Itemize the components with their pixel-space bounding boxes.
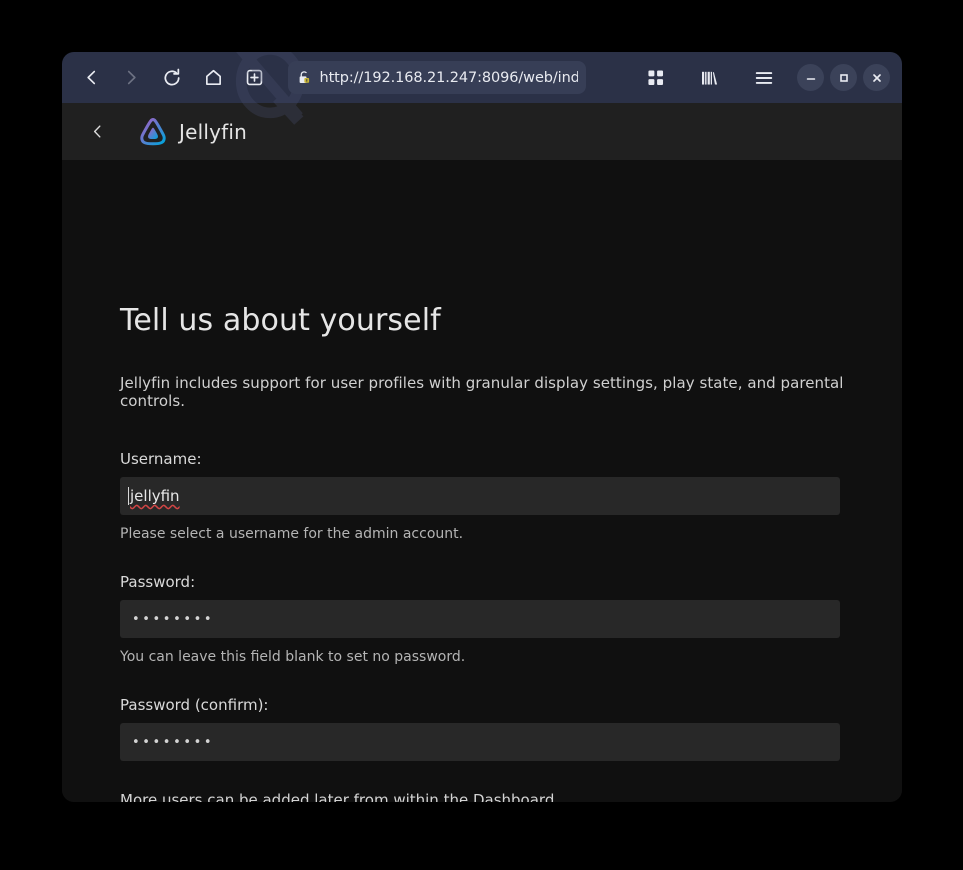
close-button[interactable] (863, 64, 890, 91)
app-header: Jellyfin (62, 103, 902, 160)
toolbar-right-group (639, 61, 890, 95)
screen: http://192.168.21.247:8096/web/index.htm (0, 0, 963, 870)
extensions-button[interactable] (639, 61, 673, 95)
new-tab-button[interactable] (237, 61, 271, 95)
reload-icon (164, 68, 180, 86)
maximize-button[interactable] (830, 64, 857, 91)
maximize-icon (839, 73, 848, 82)
username-hint: Please select a username for the admin a… (120, 526, 464, 542)
intro-text: Jellyfin includes support for user profi… (120, 374, 844, 410)
username-input-value: jellyfin (130, 487, 180, 505)
home-icon (205, 69, 221, 85)
password-input-value: •••••••• (132, 611, 215, 627)
grid-apps-icon (648, 69, 664, 85)
brand[interactable]: Jellyfin (137, 116, 247, 148)
browser-window: http://192.168.21.247:8096/web/index.htm (62, 52, 902, 802)
chevron-left-icon (93, 125, 100, 138)
new-tab-plus-icon (246, 69, 262, 86)
password-confirm-input[interactable]: •••••••• (120, 723, 840, 761)
browser-toolbar: http://192.168.21.247:8096/web/index.htm (62, 52, 902, 125)
reload-button[interactable] (155, 61, 189, 95)
chevron-right-icon (127, 70, 136, 85)
library-books-icon (702, 71, 718, 85)
password-confirm-field-group: Password (confirm): •••••••• (120, 665, 844, 761)
back-button[interactable] (74, 61, 108, 95)
password-field-group: Password: •••••••• You can leave this fi… (120, 542, 844, 665)
brand-name: Jellyfin (179, 119, 248, 144)
minimize-icon (806, 77, 815, 80)
password-confirm-label: Password (confirm): (120, 696, 269, 714)
url-bar[interactable]: http://192.168.21.247:8096/web/index.htm (288, 61, 586, 94)
jellyfin-logo-icon (140, 117, 166, 145)
forward-button[interactable] (114, 61, 148, 95)
close-icon (872, 73, 881, 82)
password-confirm-input-value: •••••••• (132, 734, 215, 750)
password-hint: You can leave this field blank to set no… (120, 649, 466, 665)
hamburger-menu-icon (755, 71, 773, 84)
text-caret (128, 487, 129, 505)
wizard-content: Tell us about yourself Jellyfin includes… (62, 160, 902, 802)
chevron-left-icon (86, 70, 95, 85)
app-back-button[interactable] (80, 115, 114, 149)
username-label: Username: (120, 450, 202, 468)
library-button[interactable] (693, 61, 727, 95)
footnote-text: More users can be added later from withi… (120, 791, 560, 802)
menu-button[interactable] (747, 61, 781, 95)
username-field-group: Username: jellyfin Please select a usern… (120, 410, 844, 542)
url-text: http://192.168.21.247:8096/web/index.htm (319, 69, 578, 86)
password-label: Password: (120, 573, 196, 591)
password-input[interactable]: •••••••• (120, 600, 840, 638)
minimize-button[interactable] (797, 64, 824, 91)
insecure-lock-icon (299, 71, 310, 83)
username-input[interactable]: jellyfin (120, 477, 840, 515)
page-title: Tell us about yourself (120, 303, 441, 338)
home-button[interactable] (196, 61, 230, 95)
